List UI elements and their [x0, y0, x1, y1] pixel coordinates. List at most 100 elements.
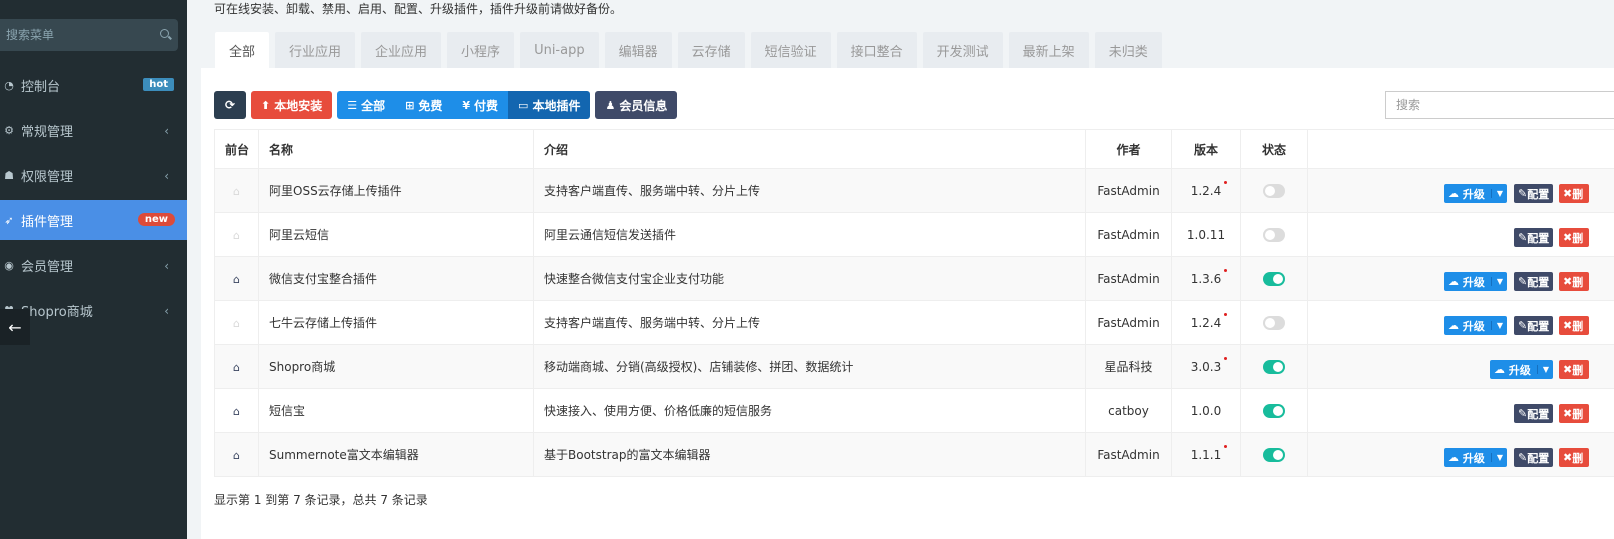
tab-cloud-storage[interactable]: 云存储 — [677, 32, 745, 68]
filter-button-group: ☰ 全部 ⊞ 免费 ¥ 付费 ▭ 本地插件 — [337, 91, 591, 119]
cloud-icon: ☁ — [1494, 363, 1505, 376]
delete-label: 删 — [1572, 407, 1584, 421]
upgrade-button[interactable]: ☁ 升级 ▼ — [1444, 316, 1507, 335]
delete-button[interactable]: ✖ 删 — [1559, 360, 1589, 379]
home-icon[interactable]: ⌂ — [233, 317, 240, 330]
delete-button[interactable]: ✖ 删 — [1559, 272, 1589, 291]
tab-all[interactable]: 全部 — [215, 32, 270, 68]
config-button[interactable]: ✎ 配置 — [1514, 184, 1554, 203]
home-icon[interactable]: ⌂ — [233, 229, 240, 242]
filter-free-button[interactable]: ⊞ 免费 — [395, 91, 453, 119]
caret-down-icon[interactable]: ▼ — [1490, 277, 1503, 286]
tab-miniprogram[interactable]: 小程序 — [447, 32, 515, 68]
column-header-author[interactable]: 作者 — [1085, 129, 1172, 169]
delete-button[interactable]: ✖ 删 — [1559, 228, 1589, 247]
table-search — [1385, 91, 1614, 119]
collapse-sidebar-button[interactable]: ← — [0, 309, 30, 345]
status-toggle[interactable] — [1263, 359, 1285, 374]
config-button[interactable]: ✎ 配置 — [1514, 316, 1554, 335]
home-icon[interactable]: ⌂ — [233, 449, 240, 462]
tab-newest[interactable]: 最新上架 — [1008, 32, 1089, 68]
status-toggle[interactable] — [1263, 315, 1285, 330]
caret-down-icon[interactable]: ▼ — [1536, 365, 1549, 374]
filter-paid-button[interactable]: ¥ 付费 — [452, 91, 509, 119]
column-header-intro[interactable]: 介绍 — [533, 129, 1086, 169]
addon-author[interactable]: FastAdmin — [1085, 168, 1172, 213]
delete-button[interactable]: ✖ 删 — [1559, 404, 1589, 423]
delete-label: 删 — [1572, 319, 1584, 333]
config-button[interactable]: ✎ 配置 — [1514, 404, 1554, 423]
status-toggle[interactable] — [1263, 271, 1285, 286]
tab-industry[interactable]: 行业应用 — [275, 32, 356, 68]
delete-button[interactable]: ✖ 删 — [1559, 316, 1589, 335]
sidebar-item-member[interactable]: ◉ 会员管理 ‹ — [0, 245, 187, 285]
caret-down-icon[interactable]: ▼ — [1490, 189, 1503, 198]
local-install-button[interactable]: ⬆ 本地安装 — [251, 91, 333, 119]
table-row: ⌂ Shopro商城 移动端商城、分销(高级授权)、店铺装修、拼团、数据统计 星… — [214, 344, 1614, 389]
cogs-icon: ⚙ — [4, 123, 14, 137]
status-toggle[interactable] — [1263, 183, 1285, 198]
row-actions: ☁ 升级 ▼ ✎ 配置 ✖ 删 — [1307, 300, 1614, 345]
filter-all-button[interactable]: ☰ 全部 — [337, 91, 396, 119]
update-dot — [1224, 356, 1228, 360]
addon-intro: 快速整合微信支付宝企业支付功能 — [533, 256, 1086, 301]
sidebar-item-label: 常规管理 — [21, 124, 74, 140]
table-search-input[interactable] — [1386, 92, 1606, 118]
home-icon[interactable]: ⌂ — [233, 361, 240, 374]
sidebar-item-label: 会员管理 — [21, 259, 74, 275]
config-button[interactable]: ✎ 配置 — [1514, 228, 1554, 247]
column-header-front[interactable]: 前台 — [214, 129, 259, 169]
sidebar-item-label: 控制台 — [21, 79, 61, 95]
sidebar-item-permission[interactable]: ☗ 权限管理 ‹ — [0, 155, 187, 195]
addon-author[interactable]: catboy — [1085, 388, 1172, 433]
upgrade-label: 升级 — [1508, 363, 1531, 377]
sidebar-item-general[interactable]: ⚙ 常规管理 ‹ — [0, 110, 187, 150]
tab-api[interactable]: 接口整合 — [836, 32, 917, 68]
chevron-left-icon: ‹ — [164, 124, 169, 138]
member-info-button[interactable]: ♟ 会员信息 — [595, 91, 678, 119]
addon-version: 1.0.0 — [1190, 403, 1222, 418]
addon-author[interactable]: 星品科技 — [1085, 344, 1172, 389]
column-header-status[interactable]: 状态 — [1240, 129, 1308, 169]
addon-author[interactable]: FastAdmin — [1085, 300, 1172, 345]
addon-author[interactable]: FastAdmin — [1085, 432, 1172, 477]
upgrade-button[interactable]: ☁ 升级 ▼ — [1490, 360, 1553, 379]
tab-uniapp[interactable]: Uni-app — [520, 32, 599, 68]
config-button[interactable]: ✎ 配置 — [1514, 272, 1554, 291]
tab-sms[interactable]: 短信验证 — [750, 32, 831, 68]
tab-uncategorized[interactable]: 未归类 — [1094, 32, 1162, 68]
caret-down-icon[interactable]: ▼ — [1490, 321, 1503, 330]
sidebar-search-input[interactable] — [6, 28, 156, 42]
sidebar-item-addon[interactable]: ➶ 插件管理 new — [0, 200, 187, 240]
addon-table: 前台 名称 介绍 作者 版本 状态 ⌂ 阿里OSS云存储上传插件 支持客户端直传… — [214, 129, 1614, 477]
tab-enterprise[interactable]: 企业应用 — [361, 32, 442, 68]
search-icon[interactable] — [160, 29, 172, 41]
refresh-button[interactable]: ⟳ — [214, 91, 246, 119]
addon-author[interactable]: FastAdmin — [1085, 256, 1172, 301]
tab-editor[interactable]: 编辑器 — [604, 32, 672, 68]
upgrade-button[interactable]: ☁ 升级 ▼ — [1444, 272, 1507, 291]
config-button[interactable]: ✎ 配置 — [1514, 448, 1554, 467]
upgrade-button[interactable]: ☁ 升级 ▼ — [1444, 184, 1507, 203]
delete-label: 删 — [1572, 187, 1584, 201]
home-icon[interactable]: ⌂ — [233, 185, 240, 198]
home-icon[interactable]: ⌂ — [233, 273, 240, 286]
column-header-name[interactable]: 名称 — [258, 129, 534, 169]
addon-version: 1.2.4 — [1190, 183, 1222, 198]
home-icon[interactable]: ⌂ — [233, 405, 240, 418]
status-toggle[interactable] — [1263, 403, 1285, 418]
cloud-icon: ☁ — [1448, 319, 1459, 332]
delete-button[interactable]: ✖ 删 — [1559, 184, 1589, 203]
upgrade-button[interactable]: ☁ 升级 ▼ — [1444, 448, 1507, 467]
caret-down-icon[interactable]: ▼ — [1490, 453, 1503, 462]
column-header-version[interactable]: 版本 — [1171, 129, 1241, 169]
status-toggle[interactable] — [1263, 447, 1285, 462]
sidebar-item-dashboard[interactable]: ◔ 控制台 hot — [0, 65, 187, 105]
delete-button[interactable]: ✖ 删 — [1559, 448, 1589, 467]
update-dot — [1224, 444, 1228, 448]
tab-dev-test[interactable]: 开发测试 — [922, 32, 1003, 68]
addon-author[interactable]: FastAdmin — [1085, 212, 1172, 257]
status-toggle[interactable] — [1263, 227, 1285, 242]
toolbar: ⟳ ⬆ 本地安装 ☰ 全部 ⊞ 免费 ¥ 付费 ▭ 本地插件 ♟ 会员信息 — [214, 91, 682, 119]
filter-local-button[interactable]: ▭ 本地插件 — [508, 91, 591, 119]
